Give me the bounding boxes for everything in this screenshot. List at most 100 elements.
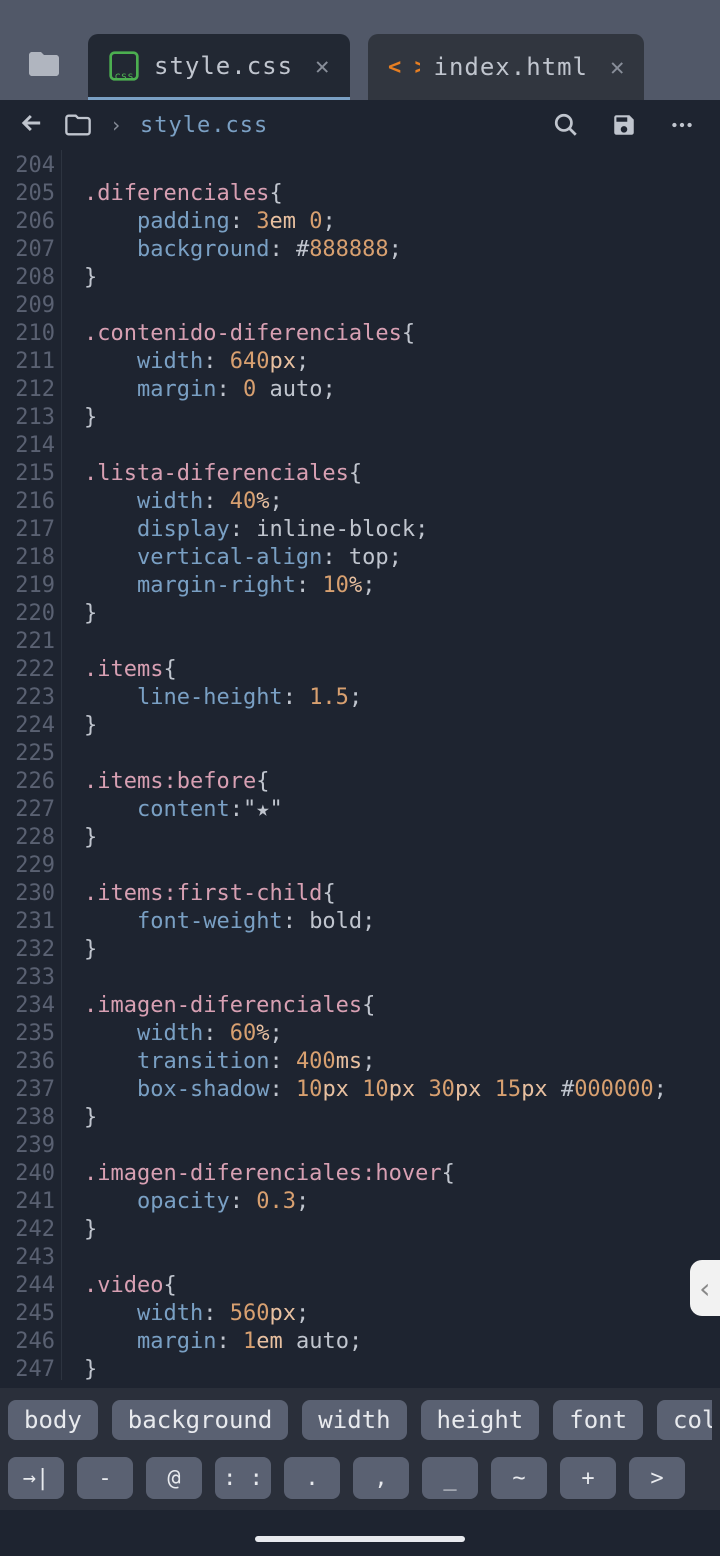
line-number: 228 bbox=[0, 824, 61, 852]
search-button[interactable] bbox=[546, 112, 586, 138]
code-line[interactable]: opacity: 0.3; bbox=[84, 1188, 720, 1216]
symbol-key[interactable]: _ bbox=[422, 1457, 478, 1499]
code-line[interactable] bbox=[84, 1132, 720, 1160]
code-line[interactable]: .lista-diferenciales{ bbox=[84, 460, 720, 488]
code-line[interactable]: } bbox=[84, 264, 720, 292]
symbol-key[interactable]: ~ bbox=[491, 1457, 547, 1499]
code-line[interactable]: .video{ bbox=[84, 1272, 720, 1300]
code-line[interactable]: } bbox=[84, 824, 720, 852]
code-line[interactable]: } bbox=[84, 1216, 720, 1244]
suggestion-color[interactable]: color bbox=[657, 1400, 712, 1440]
code-line[interactable]: .imagen-diferenciales{ bbox=[84, 992, 720, 1020]
line-number: 243 bbox=[0, 1244, 61, 1272]
code-line[interactable]: width: 640px; bbox=[84, 348, 720, 376]
line-number: 234 bbox=[0, 992, 61, 1020]
suggestion-width[interactable]: width bbox=[302, 1400, 406, 1440]
code-line[interactable]: .diferenciales{ bbox=[84, 180, 720, 208]
line-number: 242 bbox=[0, 1216, 61, 1244]
code-line[interactable] bbox=[84, 852, 720, 880]
suggestion-height[interactable]: height bbox=[421, 1400, 540, 1440]
symbol-key[interactable]: - bbox=[77, 1457, 133, 1499]
code-line[interactable] bbox=[84, 1244, 720, 1272]
code-line[interactable] bbox=[84, 292, 720, 320]
line-number: 214 bbox=[0, 432, 61, 460]
code-line[interactable]: content:"★" bbox=[84, 796, 720, 824]
code-line[interactable] bbox=[84, 432, 720, 460]
code-line[interactable]: margin-right: 10%; bbox=[84, 572, 720, 600]
code-line[interactable]: .items{ bbox=[84, 656, 720, 684]
code-line[interactable]: vertical-align: top; bbox=[84, 544, 720, 572]
tab-index-html[interactable]: < > index.html ✕ bbox=[368, 34, 645, 100]
code-line[interactable]: } bbox=[84, 1356, 720, 1380]
line-number: 239 bbox=[0, 1132, 61, 1160]
symbol-key[interactable]: > bbox=[629, 1457, 685, 1499]
line-number: 229 bbox=[0, 852, 61, 880]
symbol-key[interactable]: : : bbox=[215, 1457, 271, 1499]
code-line[interactable]: width: 560px; bbox=[84, 1300, 720, 1328]
code-line[interactable] bbox=[84, 740, 720, 768]
symbol-key[interactable]: @ bbox=[146, 1457, 202, 1499]
code-line[interactable]: margin: 0 auto; bbox=[84, 376, 720, 404]
code-line[interactable]: .contenido-diferenciales{ bbox=[84, 320, 720, 348]
tab-label: style.css bbox=[154, 52, 293, 80]
suggestion-body[interactable]: body bbox=[8, 1400, 98, 1440]
symbol-key[interactable]: + bbox=[560, 1457, 616, 1499]
folder-icon[interactable] bbox=[64, 111, 92, 139]
code-line[interactable]: display: inline-block; bbox=[84, 516, 720, 544]
code-line[interactable]: .imagen-diferenciales:hover{ bbox=[84, 1160, 720, 1188]
code-line[interactable]: width: 60%; bbox=[84, 1020, 720, 1048]
code-line[interactable]: } bbox=[84, 600, 720, 628]
code-line[interactable]: font-weight: bold; bbox=[84, 908, 720, 936]
css-icon: css bbox=[108, 50, 140, 82]
code-line[interactable]: line-height: 1.5; bbox=[84, 684, 720, 712]
keyboard-accessory: body background width height font color →|-@:… bbox=[0, 1388, 720, 1510]
chevron-right-icon: › bbox=[110, 113, 122, 137]
line-number: 220 bbox=[0, 600, 61, 628]
line-number: 231 bbox=[0, 908, 61, 936]
code-line[interactable]: width: 40%; bbox=[84, 488, 720, 516]
tab-label: index.html bbox=[434, 53, 589, 81]
code-line[interactable]: } bbox=[84, 1104, 720, 1132]
suggestion-background[interactable]: background bbox=[112, 1400, 289, 1440]
code-line[interactable]: background: #888888; bbox=[84, 236, 720, 264]
code-line[interactable] bbox=[84, 964, 720, 992]
file-explorer-button[interactable] bbox=[0, 46, 88, 82]
line-number: 205 bbox=[0, 180, 61, 208]
expand-panel-button[interactable]: ‹ bbox=[690, 1260, 720, 1316]
line-number: 219 bbox=[0, 572, 61, 600]
code-line[interactable]: .items:before{ bbox=[84, 768, 720, 796]
code-line[interactable]: transition: 400ms; bbox=[84, 1048, 720, 1076]
code-line[interactable]: } bbox=[84, 712, 720, 740]
code-line[interactable]: } bbox=[84, 404, 720, 432]
home-indicator bbox=[255, 1536, 465, 1542]
code-line[interactable]: box-shadow: 10px 10px 30px 15px #000000; bbox=[84, 1076, 720, 1104]
line-number: 240 bbox=[0, 1160, 61, 1188]
code-content[interactable]: .diferenciales{ padding: 3em 0; backgrou… bbox=[62, 150, 720, 1380]
symbol-key[interactable]: , bbox=[353, 1457, 409, 1499]
code-line[interactable]: .items:first-child{ bbox=[84, 880, 720, 908]
close-icon[interactable]: ✕ bbox=[610, 53, 624, 81]
suggestion-font[interactable]: font bbox=[553, 1400, 643, 1440]
code-editor[interactable]: 2042052062072082092102112122132142152162… bbox=[0, 150, 720, 1380]
line-number: 235 bbox=[0, 1020, 61, 1048]
code-line[interactable]: margin: 1em auto; bbox=[84, 1328, 720, 1356]
symbol-key[interactable]: . bbox=[284, 1457, 340, 1499]
symbol-key[interactable]: →| bbox=[8, 1457, 64, 1499]
line-number: 245 bbox=[0, 1300, 61, 1328]
breadcrumb-filename[interactable]: style.css bbox=[140, 113, 268, 138]
close-icon[interactable]: ✕ bbox=[315, 52, 329, 80]
path-bar: › style.css bbox=[0, 100, 720, 150]
line-number: 230 bbox=[0, 880, 61, 908]
back-button[interactable] bbox=[18, 109, 46, 141]
code-line[interactable] bbox=[84, 152, 720, 180]
line-number: 206 bbox=[0, 208, 61, 236]
more-button[interactable] bbox=[662, 112, 702, 138]
code-line[interactable] bbox=[84, 628, 720, 656]
line-number: 233 bbox=[0, 964, 61, 992]
tab-style-css[interactable]: css style.css ✕ bbox=[88, 34, 350, 100]
code-line[interactable]: } bbox=[84, 936, 720, 964]
code-line[interactable]: padding: 3em 0; bbox=[84, 208, 720, 236]
folder-icon bbox=[26, 46, 62, 82]
save-button[interactable] bbox=[604, 112, 644, 138]
line-number: 213 bbox=[0, 404, 61, 432]
